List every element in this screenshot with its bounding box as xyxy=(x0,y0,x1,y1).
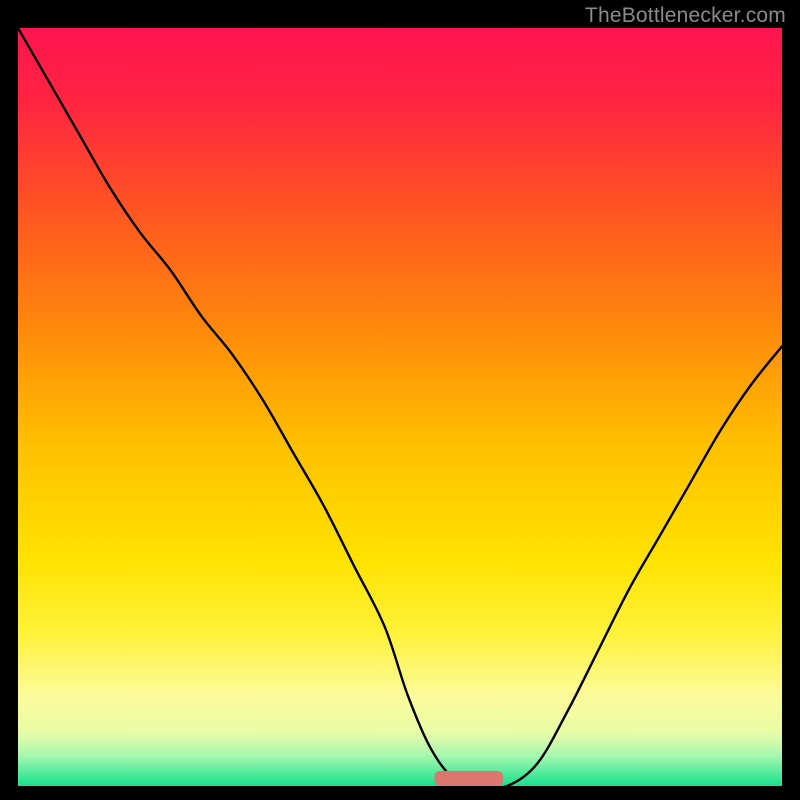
bottleneck-chart xyxy=(18,28,782,786)
watermark-text: TheBottlenecker.com xyxy=(585,4,786,28)
chart-frame xyxy=(18,28,782,786)
optimal-range-marker xyxy=(434,771,503,786)
